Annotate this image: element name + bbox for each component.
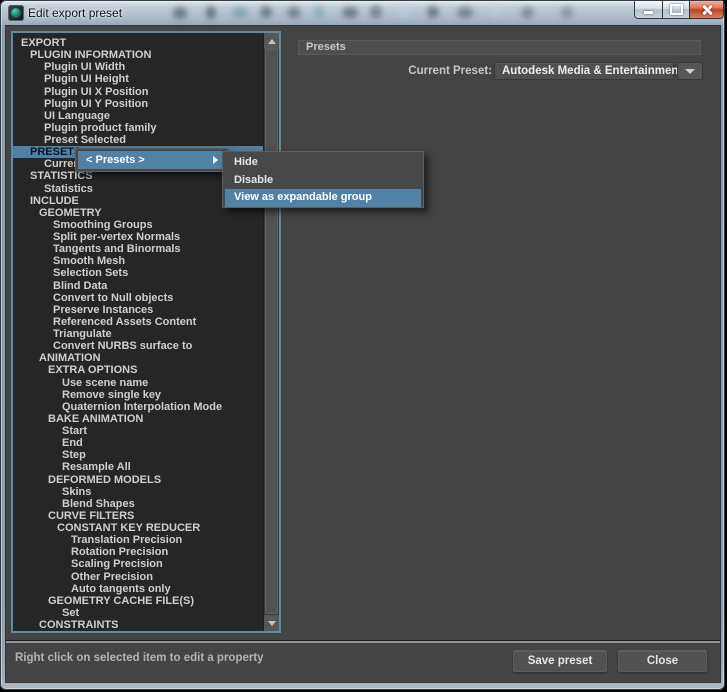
tree-item[interactable]: GEOMETRY CACHE FILE(S) [13,595,264,607]
context-menu-parent-label: < Presets > [86,154,145,166]
current-preset-dropdown-button[interactable] [677,62,703,80]
glass-reflection-blob [457,7,473,18]
close-icon [701,5,713,15]
close-dialog-button[interactable]: Close [618,650,707,672]
maya-logo-orb-icon [11,8,21,18]
tree-item[interactable]: Translation Precision [13,534,264,546]
glass-reflection-blob [206,6,216,19]
preset-property-tree[interactable]: EXPORT PLUGIN INFORMATION Plugin UI Width P… [11,31,281,633]
arrow-down-icon [267,620,276,626]
tree-list: EXPORT PLUGIN INFORMATION Plugin UI Width P… [13,33,264,631]
glass-reflection-blob [427,6,439,18]
tree-item[interactable]: Plugin UI Height [13,73,264,85]
tree-item[interactable]: UI Language [13,110,264,122]
context-menu-item[interactable]: View as expandable group [225,189,421,207]
context-menu-item[interactable]: Hide [225,154,421,172]
tree-item[interactable]: CONSTRAINTS [13,619,264,631]
tree-item[interactable]: Convert to Null objects [13,292,264,304]
maya-app-icon [8,5,24,21]
tree-item[interactable]: Smoothing Groups [13,219,264,231]
tree-item[interactable]: Use scene name [13,377,264,389]
glass-reflection-blob [342,7,358,18]
status-hint: Right click on selected item to edit a p… [15,652,264,664]
tree-item[interactable]: EXPORT [13,37,264,49]
submenu-arrow-icon [213,156,218,164]
tree-item[interactable]: Plugin UI X Position [13,86,264,98]
tree-item[interactable]: Tangents and Binormals [13,243,264,255]
tree-item[interactable]: Set [13,607,264,619]
tree-item[interactable]: Step [13,449,264,461]
tree-item[interactable]: Preserve Instances [13,304,264,316]
scrollbar-thumb[interactable] [265,49,278,614]
tree-item[interactable]: Other Precision [13,571,264,583]
glass-reflection-blob [260,6,272,18]
presets-group-title: Presets [306,41,346,53]
tree-item[interactable]: End [13,437,264,449]
glass-reflection-blob [561,7,573,18]
titlebar[interactable]: Edit export preset [1,1,724,25]
tree-item[interactable]: Start [13,425,264,437]
tree-item[interactable]: Split per-vertex Normals [13,231,264,243]
tree-item[interactable]: Plugin UI Y Position [13,98,264,110]
tree-item[interactable]: Blend Shapes [13,498,264,510]
current-preset-value: Autodesk Media & Entertainment [502,65,683,77]
window-title: Edit export preset [28,6,123,20]
tree-item[interactable]: CONSTANT KEY REDUCER [13,522,264,534]
edit-export-preset-dialog: Edit export preset EXPORT PLUGIN INFORMAT… [0,0,725,690]
tree-item[interactable]: Referenced Assets Content [13,316,264,328]
tree-item[interactable]: Scaling Precision [13,558,264,570]
tree-item[interactable]: Plugin UI Width [13,61,264,73]
dialog-client-area: EXPORT PLUGIN INFORMATION Plugin UI Width P… [5,25,721,683]
tree-item[interactable]: EXTRA OPTIONS [13,364,264,376]
tree-scrollbar[interactable] [263,33,279,631]
tree-item[interactable]: Triangulate [13,328,264,340]
tree-item[interactable]: Plugin product family [13,122,264,134]
glass-reflection-blob [232,7,248,18]
minimize-button[interactable] [634,1,663,19]
tree-item[interactable]: Blind Data [13,280,264,292]
maximize-icon [669,4,683,15]
tree-item[interactable]: CURVE FILTERS [13,510,264,522]
context-submenu: Hide Disable View as expandable group [222,151,424,208]
glass-reflection-blob [490,6,500,18]
glass-reflection-blob [287,7,301,18]
tree-item[interactable]: Selection Sets [13,267,264,279]
chevron-down-icon [685,68,695,74]
tree-item[interactable]: Convert NURBS surface to [13,340,264,352]
tree-item[interactable]: Preset Selected [13,134,264,146]
maximize-button[interactable] [663,1,690,19]
save-preset-button[interactable]: Save preset [513,650,607,672]
glass-reflection-blob [521,7,534,18]
tree-item[interactable]: Auto tangents only [13,583,264,595]
tree-item[interactable]: DEFORMED MODELS [13,474,264,486]
tree-item[interactable]: Quaternion Interpolation Mode [13,401,264,413]
window-controls [634,1,724,19]
close-window-button[interactable] [690,1,724,19]
tree-item[interactable]: PLUGIN INFORMATION [13,49,264,61]
current-preset-dropdown[interactable]: Autodesk Media & Entertainment [494,62,682,80]
tree-item[interactable]: ANIMATION [13,352,264,364]
minimize-icon [644,11,653,14]
scroll-down-button[interactable] [264,615,279,631]
arrow-up-icon [267,38,276,44]
context-menu: < Presets > [75,148,228,172]
tree-item[interactable]: Remove single key [13,389,264,401]
context-menu-parent-item[interactable]: < Presets > [78,151,225,169]
glass-reflection-blob [173,7,187,19]
tree-item[interactable]: Resample All [13,461,264,473]
tree-item[interactable]: Smooth Mesh [13,255,264,267]
glass-reflection-blob [397,7,411,18]
tree-item[interactable]: Skins [13,486,264,498]
tree-item[interactable]: Rotation Precision [13,546,264,558]
tree-item[interactable]: BAKE ANIMATION [13,413,264,425]
tree-item[interactable]: GEOMETRY [13,207,264,219]
current-preset-label: Current Preset: [408,65,492,77]
scroll-up-button[interactable] [264,33,279,49]
statusbar-separator [6,640,720,643]
presets-group-header: Presets [298,40,701,55]
glass-reflection-blob [370,6,382,18]
context-menu-item[interactable]: Disable [225,172,421,190]
glass-reflection-blob [314,6,324,18]
